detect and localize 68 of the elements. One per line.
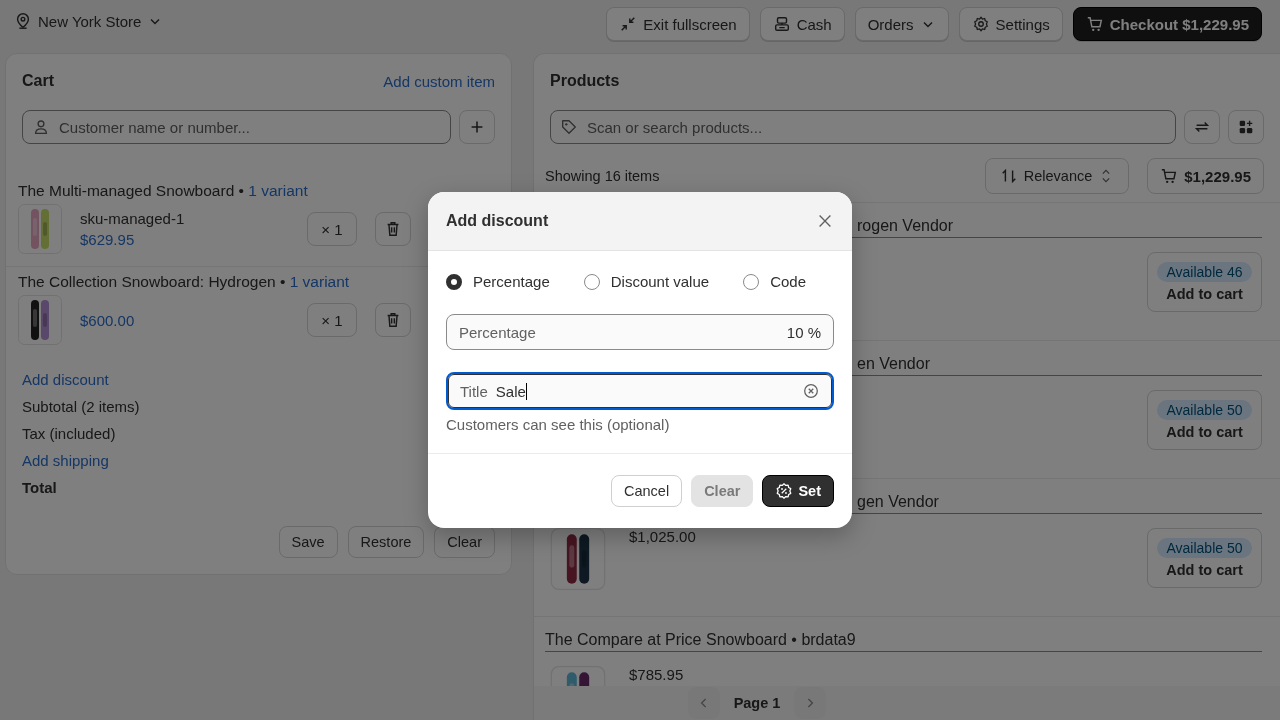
add-customer-button[interactable] bbox=[459, 110, 495, 144]
location-pin-icon bbox=[14, 12, 32, 30]
sort-arrows-icon bbox=[999, 167, 1018, 185]
collapse-arrows-icon bbox=[619, 15, 638, 33]
user-icon bbox=[32, 118, 50, 136]
cart-action-button[interactable]: Save bbox=[278, 526, 338, 558]
discount-type-radio[interactable]: Discount value bbox=[583, 273, 710, 290]
dialog-title: Add discount bbox=[446, 212, 549, 230]
item-price: $600.00 bbox=[80, 311, 136, 329]
availability-badge: Available 50 bbox=[1157, 538, 1252, 558]
sort-button[interactable]: Relevance bbox=[984, 158, 1130, 194]
tag-icon bbox=[560, 118, 578, 136]
grid-view-button[interactable] bbox=[1228, 110, 1264, 144]
add-to-cart-button[interactable]: Available 46 Add to cart bbox=[1147, 252, 1262, 312]
help-text: Customers can see this (optional) bbox=[446, 416, 671, 433]
item-price: $629.95 bbox=[80, 231, 136, 248]
availability-badge: Available 46 bbox=[1157, 262, 1252, 282]
cart-icon bbox=[1160, 167, 1179, 185]
cash-register-icon bbox=[772, 15, 791, 33]
cart-action-button[interactable]: Restore bbox=[347, 526, 425, 558]
dialog-button[interactable]: Set bbox=[762, 475, 834, 507]
dialog-button[interactable]: Cancel bbox=[611, 475, 683, 507]
total-label: Total bbox=[22, 479, 57, 497]
product-price: $1,025.00 bbox=[629, 528, 697, 545]
product-search-field[interactable]: Scan or search products... bbox=[550, 110, 1176, 144]
settings-button[interactable]: Settings bbox=[958, 7, 1063, 41]
settings-icon bbox=[971, 15, 990, 33]
customer-search-field[interactable]: Customer name or number... bbox=[22, 110, 451, 144]
item-count: Showing 16 items bbox=[545, 168, 661, 184]
clear-circle-icon bbox=[802, 382, 820, 400]
remove-item-button[interactable] bbox=[375, 303, 411, 337]
product-price: $785.95 bbox=[629, 666, 685, 683]
percentage-field[interactable]: Percentage 10 % bbox=[446, 314, 834, 350]
title-field[interactable]: Title Sale bbox=[446, 372, 834, 410]
discount-type-radio[interactable]: Percentage bbox=[446, 273, 550, 290]
availability-badge: Available 50 bbox=[1157, 400, 1252, 420]
orders-menu-button[interactable]: Orders bbox=[854, 7, 949, 41]
checkout-button[interactable]: Checkout $1,229.95 bbox=[1072, 7, 1262, 41]
summary-link[interactable]: Add shipping bbox=[22, 452, 109, 470]
summary-link[interactable]: Add discount bbox=[22, 371, 109, 389]
cart-title: Cart bbox=[22, 72, 54, 90]
product-title: en Vendor bbox=[857, 355, 930, 372]
quantity-button[interactable]: × 1 bbox=[307, 212, 357, 246]
summary-label: Tax (included) bbox=[22, 425, 116, 443]
add-to-cart-button[interactable]: Available 50 Add to cart bbox=[1147, 528, 1262, 588]
add-to-cart-button[interactable]: Available 50 Add to cart bbox=[1147, 390, 1262, 450]
discount-badge-icon bbox=[775, 482, 794, 500]
cart-item-title: The Multi-managed Snowboard • 1 variant bbox=[18, 182, 308, 200]
cart-action-button[interactable]: Clear bbox=[434, 526, 495, 558]
sync-button[interactable] bbox=[1184, 110, 1220, 144]
discount-type-radio[interactable]: Code bbox=[743, 273, 806, 290]
product-title: gen Vendor bbox=[857, 493, 939, 510]
add-custom-item-link[interactable]: Add custom item bbox=[383, 72, 495, 90]
cash-button[interactable]: Cash bbox=[759, 7, 845, 41]
exit-button[interactable]: Exit fullscreen bbox=[606, 7, 750, 41]
page-label: Page 1 bbox=[733, 695, 781, 711]
cart-total-button[interactable]: $1,229.95 bbox=[1147, 158, 1264, 194]
cart-item-title: The Collection Snowboard: Hydrogen • 1 variant bbox=[18, 273, 350, 291]
product-title: The Compare at Price Snowboard • brdata9 bbox=[545, 631, 856, 648]
products-title: Products bbox=[550, 72, 620, 90]
summary-label: Subtotal (2 items) bbox=[22, 398, 140, 416]
cart-icon bbox=[1085, 15, 1104, 33]
item-sku: sku-managed-1 bbox=[80, 210, 186, 227]
quantity-button[interactable]: × 1 bbox=[307, 303, 357, 337]
grid-plus-icon bbox=[1237, 118, 1255, 136]
product-title: rogen Vendor bbox=[857, 217, 954, 234]
store-selector[interactable]: New York Store bbox=[14, 12, 164, 30]
remove-item-button[interactable] bbox=[375, 212, 411, 246]
